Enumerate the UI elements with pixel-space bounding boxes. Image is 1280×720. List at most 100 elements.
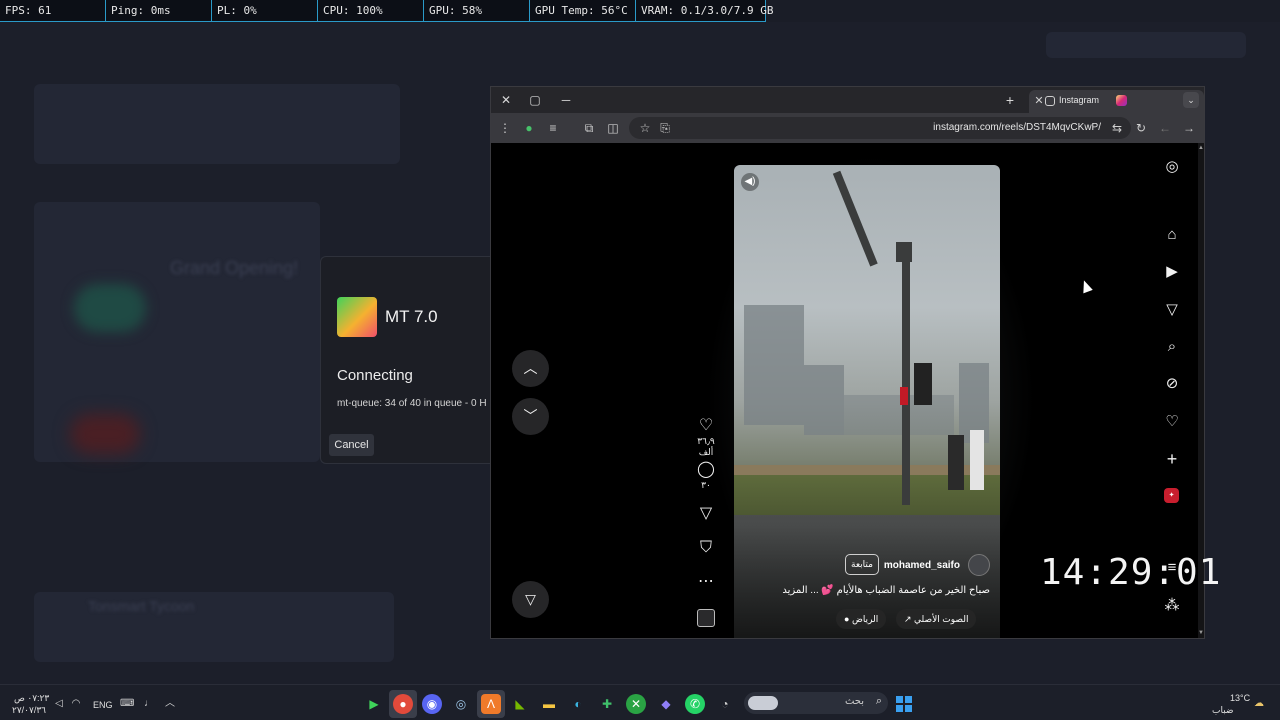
performance-overlay: FPS: 61 Ping: 0ms PL: 0% CPU: 100% GPU: … <box>0 0 773 22</box>
explore-icon[interactable]: ⊘ <box>1160 372 1184 396</box>
new-tab-icon[interactable]: + <box>1000 90 1020 110</box>
follow-button[interactable]: متابعة <box>845 554 879 575</box>
comment-icon[interactable]: ◯ <box>691 461 721 479</box>
search-input[interactable]: بحث ⌕ <box>744 692 888 714</box>
nvidia-icon[interactable]: ◣ <box>510 694 530 714</box>
play-app-icon[interactable]: ▶ <box>364 694 384 714</box>
instagram-logo-icon[interactable]: ◎ <box>1160 155 1184 179</box>
instagram-extension-icon[interactable] <box>1116 95 1127 106</box>
address-bar[interactable]: ☆ ⎘ instagram.com/reels/DST4MqvCKwP/ ⇆ <box>629 117 1131 139</box>
bookmark-icon[interactable]: ⛉ <box>691 539 721 557</box>
previous-reel-button[interactable]: ︿ <box>512 350 549 387</box>
cancel-button[interactable]: Cancel <box>329 434 374 456</box>
home-icon[interactable]: ⌂ <box>1160 223 1184 247</box>
reel-caption[interactable]: صباح الخير من عاصمة الضباب هالأيام 💕 ...… <box>782 585 990 596</box>
avatar[interactable] <box>968 554 990 576</box>
desktop-clock: 14:29:01 <box>1040 552 1222 593</box>
traffic-pole <box>902 255 910 505</box>
menu-dots-icon[interactable]: ⋮ <box>497 120 513 136</box>
send-icon[interactable]: ▽ <box>1160 298 1184 322</box>
reload-icon[interactable]: ↻ <box>1133 120 1149 136</box>
more-icon[interactable]: ⋯ <box>691 573 721 591</box>
taskbar-time[interactable]: ٠٧:٢٣ ص <box>14 693 49 704</box>
person <box>970 430 984 490</box>
bg-red-blob <box>70 414 140 454</box>
edge-icon[interactable]: ◐ <box>568 694 588 714</box>
heart-icon[interactable]: ♡ <box>691 417 721 435</box>
heart-icon[interactable]: ♡ <box>1160 410 1184 434</box>
site-settings-icon[interactable]: ⇆ <box>1109 120 1125 136</box>
mt-status: Connecting <box>337 367 413 384</box>
weather-desc[interactable]: ضباب <box>1212 705 1234 716</box>
chevron-down-icon[interactable]: ⌄ <box>1183 92 1199 108</box>
apps-icon[interactable]: ⁂ <box>1160 594 1184 618</box>
mt-logo <box>337 297 377 337</box>
reel-video[interactable]: ◀) mohamed_saifo متابعة صباح الخير من عا… <box>734 165 1000 638</box>
whatsapp-icon[interactable]: ✆ <box>685 694 705 714</box>
star-icon[interactable]: ☆ <box>637 120 653 136</box>
red-light <box>900 387 908 405</box>
traffic-light <box>914 363 932 405</box>
copilot-icon[interactable]: ◆ <box>656 694 676 714</box>
weather-temp[interactable]: 13°C <box>1230 693 1250 703</box>
keyboard-icon[interactable]: ⌨ <box>120 697 134 711</box>
reels-icon[interactable]: ▶ <box>1160 260 1184 284</box>
audio-thumbnail[interactable] <box>697 609 715 627</box>
chevron-up-icon[interactable]: ︿ <box>163 697 177 711</box>
wifi-icon[interactable]: ◠ <box>69 697 83 711</box>
xbox-icon[interactable]: ✕ <box>626 694 646 714</box>
forward-icon[interactable]: → <box>1181 120 1197 136</box>
steam-icon[interactable]: ◎ <box>451 694 471 714</box>
url-text: instagram.com/reels/DST4MqvCKwP/ <box>933 122 1101 133</box>
scroll-down-icon[interactable]: ▼ <box>1198 630 1204 638</box>
vram-readout: VRAM: 0.1/3.0/7.9 GB <box>635 0 773 22</box>
shield-icon[interactable]: ● <box>521 120 537 136</box>
file-explorer-icon[interactable]: ▬ <box>539 694 559 714</box>
share-icon[interactable]: ⎘ <box>657 120 673 136</box>
close-window-icon[interactable]: ✕ <box>496 90 516 110</box>
send-icon[interactable]: ▽ <box>512 581 549 618</box>
microphone-icon[interactable]: ♩ <box>142 697 156 711</box>
like-count: ٣٦٫٩ ألف <box>697 436 715 457</box>
location-label: الرياض <box>851 614 879 624</box>
like-action[interactable]: ♡ ٣٦٫٩ ألف <box>691 417 721 458</box>
next-reel-button[interactable]: ﹀ <box>512 398 549 435</box>
back-icon[interactable]: ← <box>1157 120 1173 136</box>
search-highlight-image <box>748 696 778 710</box>
performance-icon[interactable]: ◔ <box>715 694 735 714</box>
more-action[interactable]: ⋯ <box>691 573 721 591</box>
mt-queue-text: mt-queue: 34 of 40 in queue - 0 H <box>337 398 487 409</box>
xbox-app-icon[interactable]: ✚ <box>597 694 617 714</box>
avast-icon[interactable]: Λ <box>481 694 501 714</box>
volume-icon[interactable]: ◀) <box>741 173 759 191</box>
mt-connect-dialog: MT 7.0 Connecting mt-queue: 34 of 40 in … <box>320 256 495 464</box>
extensions-icon[interactable]: ⧉ <box>581 120 597 136</box>
comment-count: ٣٠ <box>701 480 711 490</box>
taskbar-date[interactable]: ٢٧/٠٧/٣٦ <box>12 705 46 716</box>
plus-icon[interactable]: + <box>1160 447 1184 471</box>
volume-icon[interactable]: ◁ <box>52 697 66 711</box>
profile-avatar-icon[interactable]: ✦ <box>1164 488 1179 503</box>
audio-pill[interactable]: الصوت الأصلي ↗ <box>896 609 977 629</box>
share-action[interactable]: ▽ <box>691 505 721 523</box>
chrome-icon[interactable]: ● <box>393 694 413 714</box>
discord-icon[interactable]: ◉ <box>422 694 442 714</box>
send-icon[interactable]: ▽ <box>691 505 721 523</box>
scroll-up-icon[interactable]: ▲ <box>1198 145 1204 153</box>
language-indicator[interactable]: ENG <box>93 700 113 710</box>
canopy-structure <box>844 395 954 435</box>
search-icon[interactable]: ⌕ <box>1160 335 1184 359</box>
split-view-icon[interactable]: ◫ <box>605 120 621 136</box>
comment-action[interactable]: ◯ ٣٠ <box>691 461 721 491</box>
reel-username[interactable]: mohamed_saifo <box>884 560 960 571</box>
filter-icon[interactable]: ≡ <box>545 120 561 136</box>
search-placeholder: بحث <box>844 696 864 707</box>
taskbar: ٠٧:٢٣ ص ٢٧/٠٧/٣٦ ◁ ◠ ENG ⌨ ♩ ︿ ▶ ● ◉ ◎ Λ… <box>0 684 1280 720</box>
windows-start-icon[interactable] <box>896 696 912 712</box>
bg-panel <box>34 84 400 164</box>
weather-icon[interactable]: ☁ <box>1252 697 1266 711</box>
minimize-window-icon[interactable]: ─ <box>556 90 576 110</box>
save-action[interactable]: ⛉ <box>691 539 721 557</box>
maximize-window-icon[interactable]: ▢ <box>525 90 545 110</box>
location-pill[interactable]: الرياض ● <box>836 609 887 629</box>
